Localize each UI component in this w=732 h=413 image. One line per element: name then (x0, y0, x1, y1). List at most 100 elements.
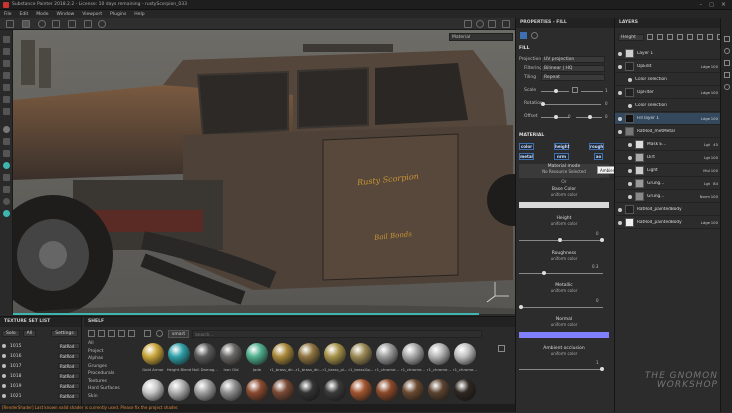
channel-rough-button[interactable]: rough (589, 143, 604, 150)
bake-icon[interactable] (3, 138, 10, 145)
shader-select[interactable]: RatRod (58, 353, 80, 359)
normal-swatch[interactable] (519, 332, 609, 338)
texture-set-row[interactable]: 1019 RatRod (2, 382, 80, 390)
offset-knob-1[interactable] (554, 115, 558, 119)
fill-tab-icon[interactable] (520, 32, 527, 39)
category-item[interactable]: All (88, 341, 138, 349)
layer-blend-mode[interactable]: Lgt (698, 155, 710, 160)
pivot-icon[interactable] (84, 20, 92, 28)
layer-blend-mode[interactable]: Ldge (698, 116, 710, 121)
channel-select[interactable]: Height (618, 34, 644, 41)
cube-icon[interactable] (3, 150, 10, 157)
category-item[interactable]: Skin (88, 394, 138, 402)
layer-row[interactable]: Grung... Lgt 84 (615, 178, 721, 190)
minimize-icon[interactable]: – (700, 2, 703, 8)
material-thumbnail[interactable] (454, 343, 476, 365)
base-color-swatch[interactable] (519, 202, 609, 208)
ao-knob[interactable] (600, 367, 604, 371)
material-thumbnail[interactable] (272, 379, 294, 401)
layer-opacity[interactable]: 100 (710, 90, 718, 95)
grid-2-icon[interactable] (22, 20, 30, 28)
layer-blend-mode[interactable]: Norm (698, 194, 710, 199)
add-layer-icon[interactable] (687, 34, 693, 40)
export-icon[interactable] (3, 174, 10, 181)
offset-knob-2[interactable] (588, 115, 592, 119)
3d-viewport[interactable]: Rusty Scorpion Bail Bonds Material (13, 30, 515, 314)
maximize-icon[interactable]: □ (709, 2, 714, 8)
category-item[interactable]: Alphas (88, 356, 138, 364)
eye-icon[interactable] (618, 64, 622, 69)
texture-set-row[interactable]: 1018 RatRod (2, 372, 80, 380)
eye-icon[interactable] (628, 103, 632, 108)
settings-icon[interactable] (3, 198, 10, 205)
screenshot-icon[interactable] (502, 20, 510, 28)
grid-icon[interactable] (6, 20, 14, 28)
material-thumbnail[interactable] (246, 343, 268, 365)
folder-icon[interactable] (88, 330, 95, 337)
layer-row[interactable]: RatRod_paintedBody (615, 204, 721, 216)
category-item[interactable]: Hard Surfaces (88, 386, 138, 394)
channel-nrm-button[interactable]: nrm (554, 153, 569, 160)
help-dock-icon[interactable] (724, 84, 730, 90)
menu-window[interactable]: Window (57, 12, 75, 17)
layer-blend-mode[interactable]: Lgt (698, 181, 710, 186)
sphere-icon[interactable] (3, 126, 10, 133)
menu-plugins[interactable]: Plugins (110, 12, 126, 17)
material-thumbnail[interactable] (142, 379, 164, 401)
shader-select[interactable]: RatRod (58, 393, 80, 399)
eye-icon[interactable] (628, 194, 632, 199)
eye-icon[interactable] (2, 374, 6, 378)
projection-icon[interactable] (3, 60, 10, 67)
roughness-slider[interactable] (519, 273, 603, 274)
solo-button[interactable]: Solo (2, 330, 20, 337)
eye-icon[interactable] (618, 129, 622, 134)
metallic-knob[interactable] (519, 305, 523, 309)
material-thumbnail[interactable] (194, 379, 216, 401)
layer-row[interactable]: RatRod_metMetal (615, 126, 721, 138)
channel-height-button[interactable]: height (554, 143, 570, 150)
layer-row[interactable]: Layer 1 (615, 48, 721, 60)
eye-icon[interactable] (618, 207, 622, 212)
scale-knob[interactable] (554, 89, 558, 93)
material-thumbnail[interactable] (350, 379, 372, 401)
eye-icon[interactable] (618, 90, 622, 95)
ao-slider[interactable] (519, 369, 603, 370)
layer-row[interactable]: OpFilter Ldge 100 (615, 87, 721, 99)
layer-blend-mode[interactable]: Ldge (698, 64, 710, 69)
mirror-icon[interactable] (52, 20, 60, 28)
close-icon[interactable]: × (721, 1, 726, 8)
material-thumbnail[interactable] (272, 343, 294, 365)
eye-icon[interactable] (628, 181, 632, 186)
layer-blend-mode[interactable]: Lgt (698, 142, 710, 147)
all-button[interactable]: All (22, 330, 37, 337)
material-thumbnail[interactable] (324, 343, 346, 365)
lock-icon[interactable] (572, 87, 578, 93)
grid-view-icon[interactable] (498, 345, 505, 352)
frame-icon[interactable] (68, 20, 76, 28)
category-item[interactable]: Textures (88, 379, 138, 387)
layer-opacity[interactable]: 100 (710, 155, 718, 160)
material-thumbnail[interactable] (168, 343, 190, 365)
eye-icon[interactable] (2, 394, 6, 398)
channel-color-button[interactable]: color (519, 143, 534, 150)
mask-tab-icon[interactable] (531, 32, 538, 39)
layer-opacity[interactable]: 100 (710, 220, 718, 225)
add-fill-icon[interactable] (677, 34, 683, 40)
menu-mode[interactable]: Mode (36, 12, 48, 17)
layer-blend-mode[interactable]: Ldge (698, 220, 710, 225)
material-thumbnail[interactable] (220, 379, 242, 401)
scale-slider-2[interactable] (581, 91, 603, 92)
material-thumbnail[interactable] (324, 379, 346, 401)
eye-icon[interactable] (2, 384, 6, 388)
menu-edit[interactable]: Edit (20, 12, 29, 17)
layers-dock-icon[interactable] (724, 36, 730, 42)
layer-opacity[interactable]: 100 (710, 116, 718, 121)
layer-opacity[interactable]: 100 (710, 194, 718, 199)
iray-icon[interactable] (3, 162, 10, 169)
clone-icon[interactable] (3, 96, 10, 103)
texture-set-row[interactable]: 1021 RatRod (2, 392, 80, 400)
shader-select[interactable]: RatRod (58, 363, 80, 369)
channel-ao-button[interactable]: ao (594, 153, 603, 160)
material-thumbnail[interactable] (194, 343, 216, 365)
python-icon[interactable] (3, 210, 10, 217)
